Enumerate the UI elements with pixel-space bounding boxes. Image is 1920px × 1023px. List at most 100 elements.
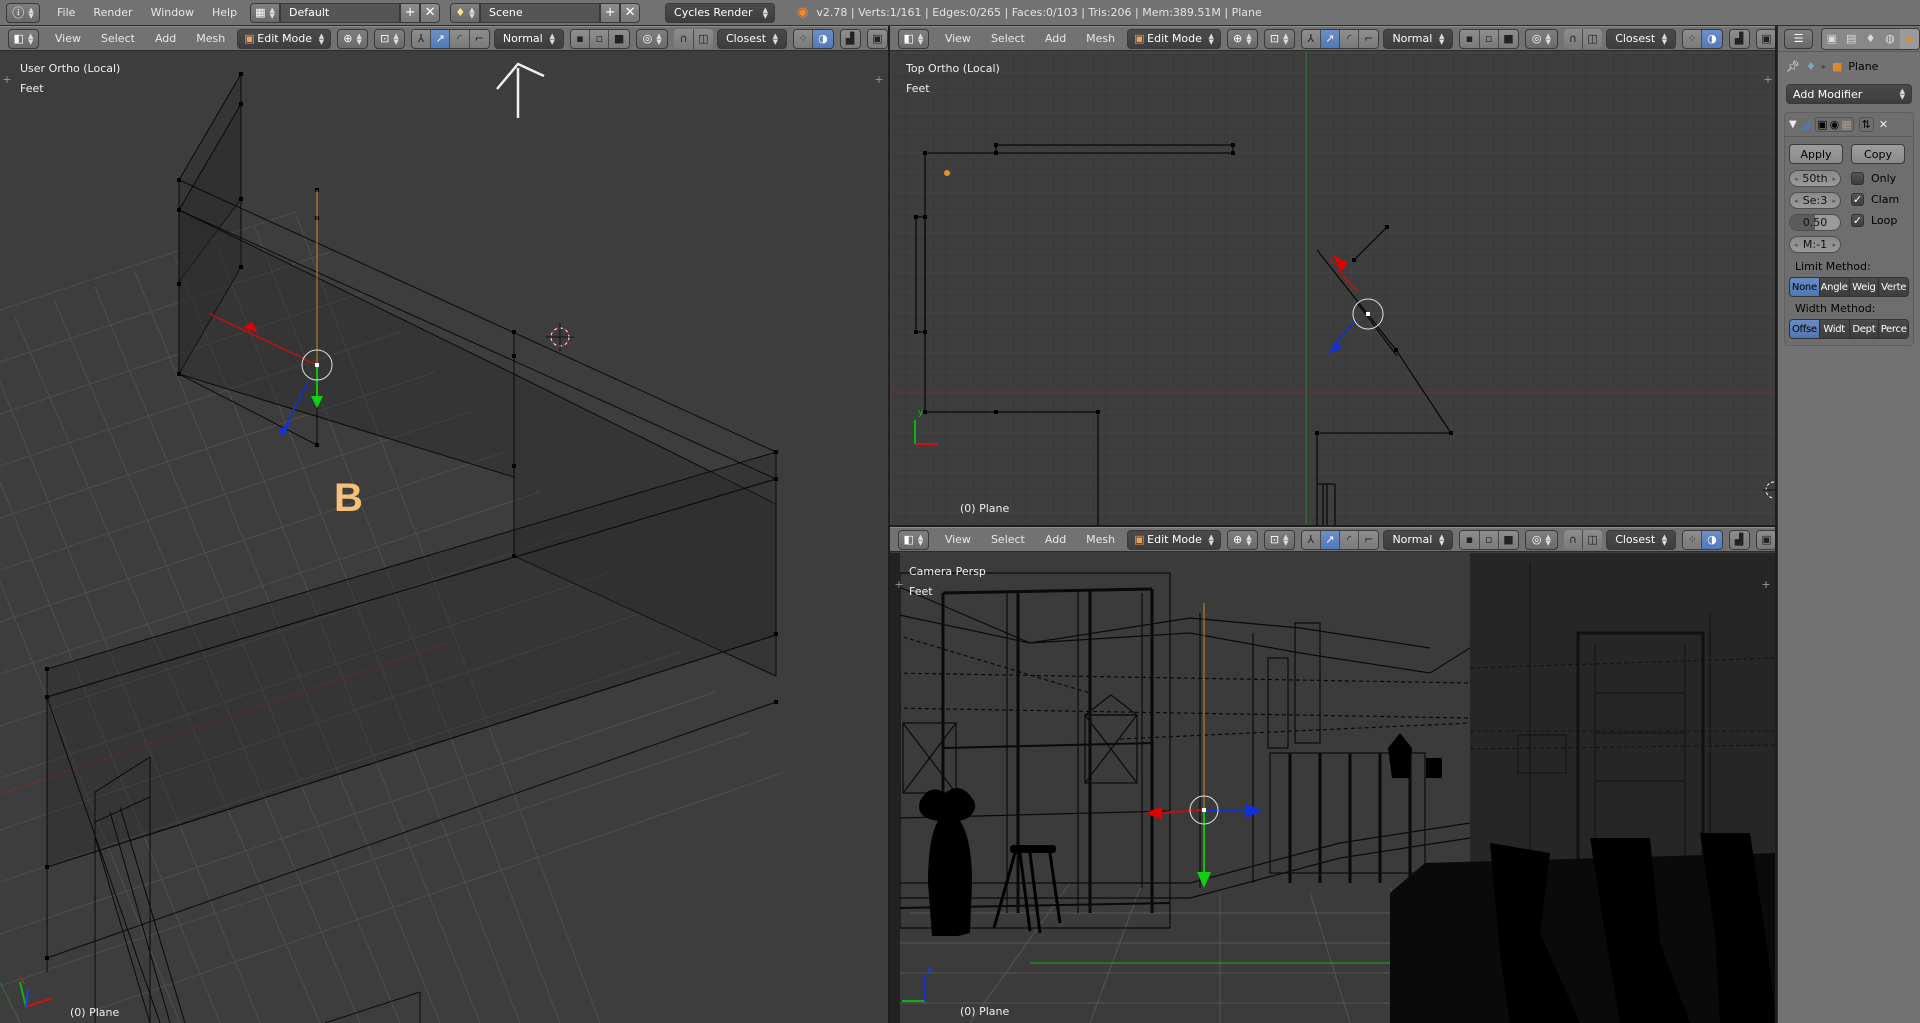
proportional-edit-button[interactable]: ◎ ▲ ▼ bbox=[1525, 529, 1558, 550]
screen-layout-selector[interactable]: ▦ ▲ ▼ bbox=[250, 2, 281, 23]
remove-screen-button[interactable]: ✕ bbox=[420, 2, 441, 23]
editor-type-button[interactable]: ◧ ▲ ▼ bbox=[898, 28, 929, 49]
snap-target-dropdown[interactable]: Closest ▲ ▼ bbox=[717, 28, 787, 49]
vertex-select-icon[interactable]: ▪ bbox=[1460, 530, 1480, 549]
snap-element-icon[interactable]: ◫ bbox=[1582, 529, 1603, 550]
render-engine-dropdown[interactable]: Cycles Render ▲ ▼ bbox=[665, 2, 776, 23]
transform-manipulator[interactable] bbox=[1146, 603, 1262, 888]
top-right-3d-viewport[interactable]: Top Ortho (Local) Feet + y (0) Plane bbox=[890, 52, 1777, 527]
add-modifier-dropdown[interactable]: Add Modifier ▲ ▼ bbox=[1786, 84, 1912, 104]
snap-self-icon[interactable]: ⁘ bbox=[793, 29, 814, 48]
scale-icon[interactable]: ⌐ bbox=[1359, 29, 1379, 48]
remove-scene-button[interactable]: ✕ bbox=[620, 2, 641, 23]
camera-3d-viewport[interactable]: Camera Persp Feet + + z (0) Plane bbox=[890, 553, 1777, 1023]
translate-icon[interactable]: ↗ bbox=[1320, 29, 1341, 48]
area-splitter-horizontal[interactable] bbox=[890, 525, 1777, 527]
tool-shelf-toggle-icon[interactable]: + bbox=[1, 74, 13, 86]
limit-vertex-option[interactable]: Verte bbox=[1879, 278, 1908, 296]
face-select-icon[interactable]: ■ bbox=[1498, 530, 1518, 549]
remove-modifier-icon[interactable]: ✕ bbox=[1879, 118, 1888, 131]
menu-window[interactable]: Window bbox=[142, 6, 203, 19]
scale-icon[interactable]: ⌐ bbox=[1359, 530, 1379, 549]
menu-add[interactable]: Add bbox=[145, 32, 186, 45]
object-tab-icon[interactable]: ▰ bbox=[1899, 28, 1919, 49]
editmode-toggle-icon[interactable]: ▦ bbox=[1840, 118, 1852, 131]
scene-field[interactable]: Scene bbox=[480, 2, 601, 23]
edge-select-icon[interactable]: ▫ bbox=[1479, 530, 1499, 549]
only-vertices-checkbox[interactable]: Only bbox=[1851, 172, 1899, 185]
rotate-icon[interactable]: ◜ bbox=[450, 29, 470, 48]
snap-self-icon[interactable]: ⁘ bbox=[1683, 29, 1703, 48]
magnet-icon[interactable]: ∩ bbox=[674, 28, 694, 49]
z-arrow-icon[interactable] bbox=[1246, 804, 1262, 818]
face-select-icon[interactable]: ■ bbox=[609, 29, 629, 48]
camera-render-icon[interactable]: ▣ bbox=[867, 29, 887, 48]
opengl-render-icon[interactable]: ▟ bbox=[840, 29, 860, 48]
width-width-option[interactable]: Widt bbox=[1819, 320, 1850, 338]
camera-render-icon[interactable]: ▣ bbox=[1756, 29, 1776, 48]
mode-dropdown[interactable]: ▣ Edit Mode ▲ ▼ bbox=[1127, 529, 1221, 550]
proportional-edit-button[interactable]: ◎ ▲ ▼ bbox=[635, 28, 669, 49]
viewport-shading-button[interactable]: ⊕ ▲ ▼ bbox=[1226, 28, 1258, 49]
add-screen-button[interactable]: + bbox=[400, 2, 421, 23]
menu-select[interactable]: Select bbox=[981, 32, 1035, 45]
opengl-render-icon[interactable]: ▟ bbox=[1729, 29, 1749, 48]
render-tab-icon[interactable]: ▣ bbox=[1822, 28, 1842, 49]
snap-project-icon[interactable]: ◑ bbox=[1702, 29, 1722, 48]
edge-select-icon[interactable]: ▫ bbox=[1479, 29, 1499, 48]
render-toggle-icon[interactable]: ▣ bbox=[1816, 118, 1828, 131]
loop-slide-checkbox[interactable]: ✓ Loop bbox=[1851, 214, 1899, 227]
properties-shelf-toggle-icon[interactable]: + bbox=[873, 74, 885, 86]
scene-selector[interactable]: ♦ ▲ ▼ bbox=[450, 2, 481, 23]
screen-layout-field[interactable]: Default bbox=[280, 2, 401, 23]
orientation-dropdown[interactable]: Normal ▲ ▼ bbox=[1383, 28, 1454, 49]
mode-dropdown[interactable]: ▣ Edit Mode ▲ ▼ bbox=[237, 28, 332, 49]
add-scene-button[interactable]: + bbox=[600, 2, 621, 23]
snap-project-icon[interactable]: ◑ bbox=[1702, 530, 1722, 549]
properties-shelf-toggle-icon[interactable]: + bbox=[1760, 579, 1772, 591]
editor-type-button[interactable]: ◧ ▲ ▼ bbox=[8, 28, 39, 49]
menu-help[interactable]: Help bbox=[203, 6, 246, 19]
clamp-overlap-checkbox[interactable]: ✓ Clam bbox=[1851, 193, 1899, 206]
limit-weight-option[interactable]: Weig bbox=[1849, 278, 1880, 296]
magnet-icon[interactable]: ∩ bbox=[1563, 28, 1583, 49]
editor-type-button[interactable]: ⓘ ▲ ▼ bbox=[6, 2, 40, 23]
profile-slider[interactable]: 0.50 bbox=[1789, 214, 1841, 231]
manipulator-toggle-icon[interactable]: ⅄ bbox=[1301, 530, 1321, 549]
manipulator-toggle-icon[interactable]: ⅄ bbox=[1301, 29, 1321, 48]
face-select-icon[interactable]: ■ bbox=[1498, 29, 1518, 48]
limit-angle-option[interactable]: Angle bbox=[1819, 278, 1850, 296]
opengl-render-icon[interactable]: ▟ bbox=[1729, 530, 1749, 549]
camera-render-icon[interactable]: ▣ bbox=[1756, 530, 1776, 549]
pivot-point-button[interactable]: ⊡ ▲ ▼ bbox=[374, 28, 405, 49]
menu-add[interactable]: Add bbox=[1035, 32, 1076, 45]
orientation-dropdown[interactable]: Normal ▲ ▼ bbox=[1383, 529, 1454, 550]
width-offset-option[interactable]: Offse bbox=[1790, 320, 1820, 338]
menu-view[interactable]: View bbox=[935, 32, 981, 45]
x-arrow-icon[interactable] bbox=[1146, 806, 1162, 820]
vertex-select-icon[interactable]: ▪ bbox=[1460, 29, 1480, 48]
segments-field[interactable]: ◂ Se:3 ▸ bbox=[1789, 192, 1841, 209]
editor-type-button[interactable]: ◧ ▲ ▼ bbox=[898, 529, 929, 550]
snap-element-icon[interactable]: ◫ bbox=[1582, 28, 1603, 49]
menu-mesh[interactable]: Mesh bbox=[1076, 32, 1125, 45]
scene-tab-icon[interactable]: ♦ bbox=[1860, 28, 1881, 49]
snap-target-dropdown[interactable]: Closest ▲ ▼ bbox=[1606, 529, 1677, 550]
pin-icon[interactable]: 📌︎ bbox=[1786, 60, 1800, 73]
magnet-icon[interactable]: ∩ bbox=[1563, 529, 1583, 550]
manipulator-toggle-icon[interactable]: ⅄ bbox=[411, 29, 432, 48]
translate-icon[interactable]: ↗ bbox=[431, 29, 451, 48]
editor-type-button[interactable]: ☰ bbox=[1784, 28, 1814, 49]
world-tab-icon[interactable]: ◍ bbox=[1880, 28, 1900, 49]
width-depth-option[interactable]: Dept bbox=[1849, 320, 1880, 338]
copy-button[interactable]: Copy bbox=[1851, 144, 1905, 164]
menu-select[interactable]: Select bbox=[91, 32, 145, 45]
tool-shelf-toggle-icon[interactable]: + bbox=[893, 579, 905, 591]
properties-shelf-toggle-icon[interactable]: + bbox=[1762, 74, 1774, 86]
eye-icon[interactable]: ◉ bbox=[1829, 118, 1841, 131]
move-up-down-icon[interactable]: ⇅ bbox=[1858, 117, 1874, 132]
collapse-triangle-icon[interactable]: ▼ bbox=[1789, 119, 1797, 130]
viewport-shading-button[interactable]: ⊕ ▲ ▼ bbox=[1226, 529, 1258, 550]
width-percent-option[interactable]: Perce bbox=[1879, 320, 1908, 338]
menu-select[interactable]: Select bbox=[981, 533, 1035, 546]
